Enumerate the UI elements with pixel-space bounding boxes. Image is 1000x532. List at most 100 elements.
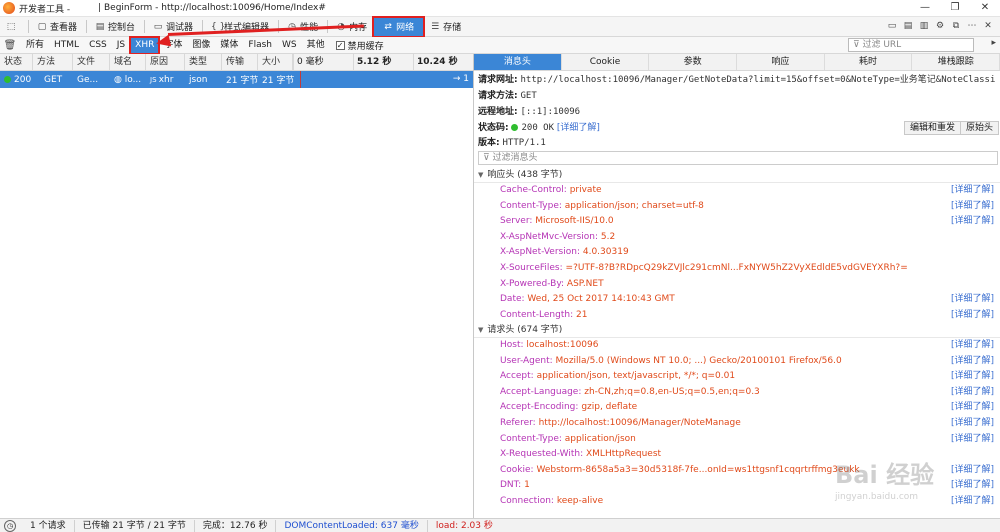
header-value: 4.0.30319 (582, 247, 629, 258)
request-headers-section[interactable]: ▼ 请求头 (674 字节) (474, 322, 1000, 338)
tab-storage-label: 存储 (443, 23, 462, 33)
request-url-value: http://localhost:10096/Manager/GetNoteDa… (520, 75, 996, 85)
header-name: Accept: (500, 371, 534, 382)
network-status-bar: ◷ 1 个请求 已传输 21 字节 / 21 字节 完成：12.76 秒 DOM… (0, 518, 1000, 532)
learn-more-link[interactable]: [详细了解] (951, 292, 994, 308)
learn-more-link[interactable]: [详细了解] (951, 400, 994, 416)
tab-cookie[interactable]: Cookie (562, 54, 650, 70)
header-name: Connection: (500, 496, 554, 506)
row-transferred: 21 字节 (226, 76, 258, 86)
col-file[interactable]: 文件 (73, 53, 110, 71)
more-options-icon[interactable]: ⋯ (964, 19, 980, 34)
header-row: Content-Type: application/json; charset=… (474, 199, 1000, 215)
raw-headers-button[interactable]: 原始头 (960, 121, 1000, 135)
edit-resend-button[interactable]: 编辑和重发 (904, 121, 962, 135)
filter-images[interactable]: 图像 (188, 38, 214, 53)
filter-other[interactable]: 其他 (303, 38, 329, 53)
timeline-header: 0 毫秒 5.12 秒 10.24 秒 (293, 53, 473, 71)
close-devtools-icon[interactable]: ✕ (980, 19, 996, 34)
header-row: Host: localhost:10096 [详细了解] (474, 338, 1000, 354)
header-row: Cache-Control: private [详细了解] (474, 183, 1000, 199)
col-status[interactable]: 状态 (0, 53, 33, 71)
minimize-icon[interactable]: — (910, 0, 940, 17)
learn-more-link[interactable]: [详细了解] (951, 199, 994, 215)
page-title: | BeginForm - http://localhost:10096/Hom… (98, 3, 326, 13)
pick-element-button[interactable]: ⬚ (0, 18, 25, 36)
clear-trash-icon[interactable]: 🗑 (3, 40, 17, 51)
filter-flash[interactable]: Flash (244, 38, 276, 53)
header-name: Accept-Encoding: (500, 402, 579, 413)
learn-more-link[interactable]: [详细了解] (951, 432, 994, 448)
url-filter-placeholder: 过滤 URL (862, 40, 902, 50)
settings-gear-icon[interactable]: ⚙ (932, 19, 948, 34)
tab-inspector[interactable]: ▢ 查看器 (31, 18, 83, 36)
close-icon[interactable]: ✕ (970, 0, 1000, 17)
tab-network[interactable]: ⇄ 网络 (372, 15, 426, 38)
table-row[interactable]: 200 GET Ge... ◍ lo... JS xhr json 21 字节 … (0, 71, 473, 88)
col-transferred[interactable]: 传输 (222, 53, 258, 71)
filter-xhr[interactable]: XHR (129, 35, 161, 55)
url-filter-input[interactable]: ⊽ 过滤 URL (848, 38, 974, 52)
console-icon: ▤ (95, 21, 105, 32)
header-row: Date: Wed, 25 Oct 2017 14:10:43 GMT [详细了解… (474, 292, 1000, 308)
row-status: 200 (0, 75, 40, 85)
status-learn-more-link[interactable]: [详细了解] (557, 123, 600, 133)
learn-more-link[interactable]: [详细了解] (951, 183, 994, 199)
tab-console[interactable]: ▤ 控制台 (89, 18, 141, 36)
filter-all[interactable]: 所有 (22, 38, 48, 53)
header-row: Referer: http://localhost:10096/Manager/… (474, 416, 1000, 432)
network-filter-bar: 🗑 所有 HTML CSS JS XHR 字体 图像 媒体 Flash WS 其… (0, 35, 1000, 55)
inspector-icon: ▢ (37, 21, 47, 32)
status-line: 状态码: 200 OK [详细了解] 编辑和重发 原始头 (478, 120, 1000, 136)
header-value: application/json; charset=utf-8 (564, 200, 704, 211)
col-domain[interactable]: 域名 (110, 53, 146, 71)
toolbar-separator (144, 20, 146, 33)
learn-more-link[interactable]: [详细了解] (951, 354, 994, 370)
tab-stack-trace[interactable]: 堆栈跟踪 (912, 54, 1000, 70)
collapse-triangle-icon: ▼ (478, 326, 484, 334)
header-row: Accept: application/json, text/javascrip… (474, 369, 1000, 385)
collapse-triangle-icon: ▼ (478, 171, 484, 179)
header-row: User-Agent: Mozilla/5.0 (Windows NT 10.0… (474, 354, 1000, 370)
learn-more-link[interactable]: [详细了解] (951, 308, 994, 324)
status-finish: 完成：12.76 秒 (195, 519, 277, 532)
tab-response[interactable]: 响应 (737, 54, 825, 70)
filter-media[interactable]: 媒体 (216, 38, 242, 53)
tab-network-label: 网络 (396, 23, 415, 33)
tab-headers[interactable]: 消息头 (474, 54, 562, 70)
header-name: X-Requested-With: (500, 449, 584, 460)
learn-more-link[interactable]: [详细了解] (951, 416, 994, 432)
col-method[interactable]: 方法 (33, 53, 73, 71)
dock-side-icon[interactable]: ▭ (884, 19, 900, 34)
tab-timings[interactable]: 耗时 (825, 54, 913, 70)
responsive-design-icon[interactable]: ▥ (916, 19, 932, 34)
filter-html[interactable]: HTML (50, 38, 83, 53)
split-console-icon[interactable]: ▤ (900, 19, 916, 34)
remote-addr-value: [::1]:10096 (520, 107, 581, 117)
filter-js[interactable]: JS (113, 38, 129, 53)
filter-ws[interactable]: WS (278, 38, 301, 53)
learn-more-link[interactable]: [详细了解] (951, 385, 994, 401)
header-value: private (569, 185, 602, 195)
undock-icon[interactable]: ⧉ (948, 19, 964, 34)
disable-cache-toggle[interactable]: ✓ 禁用缓存 (335, 39, 384, 52)
header-value: Mozilla/5.0 (Windows NT 10.0; ...) Gecko… (555, 355, 842, 366)
learn-more-link[interactable]: [详细了解] (951, 214, 994, 230)
col-size[interactable]: 大小 (258, 53, 293, 71)
filter-headers-input[interactable]: ⊽ 过滤消息头 (478, 151, 998, 165)
tab-params[interactable]: 参数 (649, 54, 738, 70)
disable-cache-checkbox[interactable]: ✓ (335, 40, 345, 50)
learn-more-link[interactable]: [详细了解] (951, 369, 994, 385)
more-arrow-icon[interactable]: ▸ (991, 38, 996, 48)
filter-css[interactable]: CSS (85, 38, 111, 53)
header-name: Content-Length: (500, 309, 574, 320)
learn-more-link[interactable]: [详细了解] (951, 338, 994, 354)
col-type[interactable]: 类型 (185, 53, 222, 71)
col-cause[interactable]: 原因 (146, 53, 185, 71)
tab-storage[interactable]: ☰ 存储 (424, 18, 467, 36)
response-headers-section[interactable]: ▼ 响应头 (438 字节) (474, 167, 1000, 183)
header-row: X-AspNet-Version: 4.0.30319 (474, 245, 1000, 261)
restore-icon[interactable]: ❐ (940, 0, 970, 17)
performance-analysis-icon[interactable]: ◷ (4, 519, 16, 532)
debugger-icon: ▭ (153, 21, 163, 32)
